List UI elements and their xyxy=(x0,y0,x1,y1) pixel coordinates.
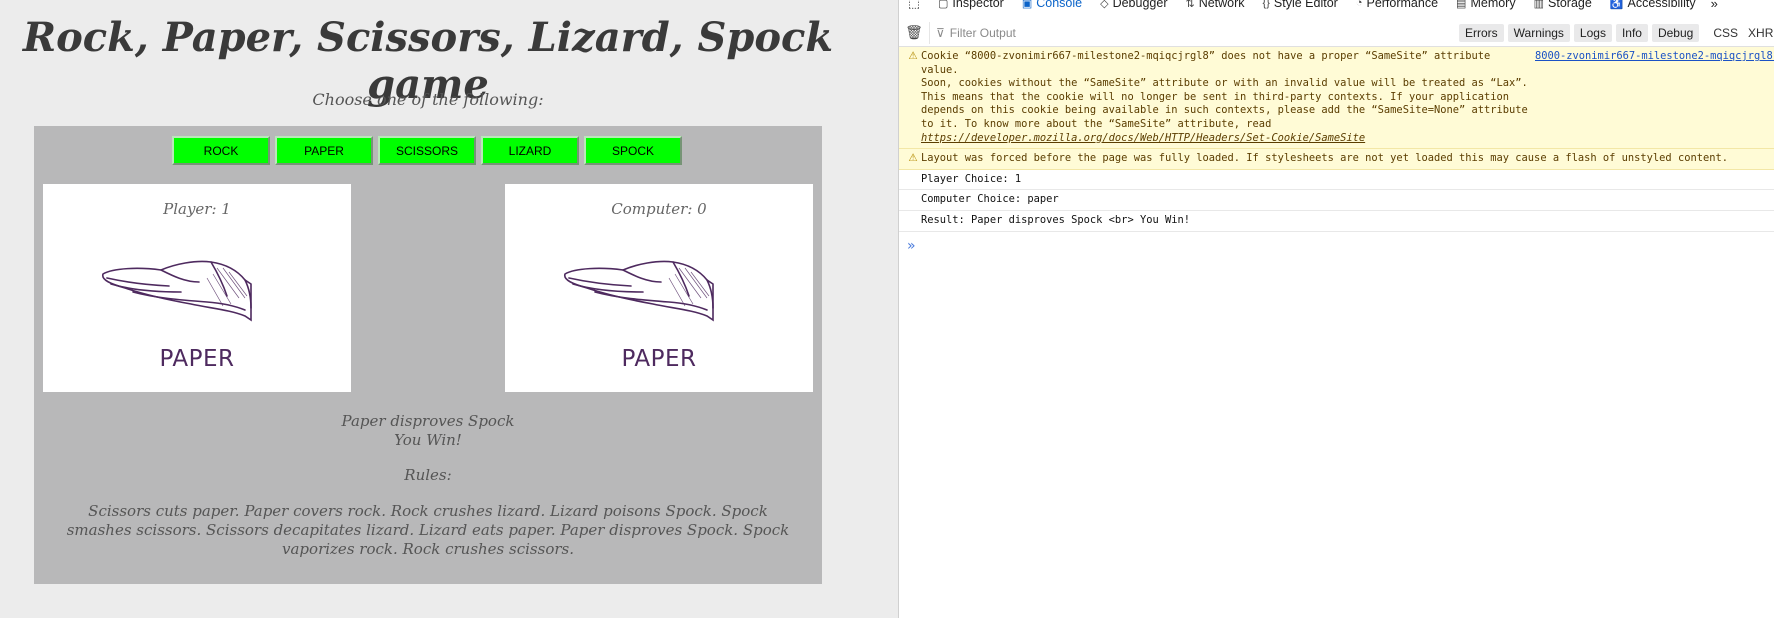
tab-storage[interactable]: ▥ Storage xyxy=(1525,0,1601,10)
tab-label: Network xyxy=(1198,0,1245,10)
tab-memory[interactable]: ▤ Memory xyxy=(1447,0,1525,10)
filter-debug[interactable]: Debug xyxy=(1651,23,1700,42)
warning-source-link[interactable]: 8000-zvonimir667-milestone2-mqiqcjrgl8.u… xyxy=(1529,50,1774,145)
filter-errors[interactable]: Errors xyxy=(1459,23,1504,42)
style-editor-icon: {} xyxy=(1262,0,1270,9)
result-line-1: Paper disproves Spock xyxy=(341,412,515,430)
choice-buttons: ROCK PAPER SCISSORS LIZARD SPOCK xyxy=(172,136,682,165)
tab-label: Debugger xyxy=(1112,0,1168,10)
computer-score: Computer: 0 xyxy=(611,200,707,218)
result-line-2: You Win! xyxy=(394,431,462,449)
game-board: ROCK PAPER SCISSORS LIZARD SPOCK Player:… xyxy=(34,126,822,584)
inspector-icon: ▢ xyxy=(938,0,949,10)
filter-logs[interactable]: Logs xyxy=(1573,23,1612,42)
console-warning: ⚠ Layout was forced before the page was … xyxy=(899,149,1774,170)
rules-text: Scissors cuts paper. Paper covers rock. … xyxy=(66,502,790,558)
console-input-prompt[interactable]: » xyxy=(899,232,1774,254)
filter-warnings[interactable]: Warnings xyxy=(1507,23,1570,42)
console-toolbar: 🗑 ⊽ Filter Output Errors Warnings Logs I… xyxy=(899,19,1774,47)
accessibility-icon: ♿ xyxy=(1609,0,1624,10)
log-level-filters: Errors Warnings Logs Info Debug xyxy=(1459,23,1700,42)
tab-label: Performance xyxy=(1366,0,1439,10)
scissors-button[interactable]: SCISSORS xyxy=(378,136,476,165)
instruction-text: Choose one of the following: xyxy=(312,90,544,109)
filter-xhr[interactable]: XHR xyxy=(1748,26,1773,40)
console-log: Result: Paper disproves Spock <br> You W… xyxy=(899,211,1774,232)
tab-accessibility[interactable]: ♿ Accessibility xyxy=(1601,0,1705,10)
paper-hand-icon xyxy=(564,260,714,322)
devtools-tabbar: ⬚ ▢ Inspector ▣ Console ◇ Debugger ⇅ Network… xyxy=(899,0,1774,12)
warning-text: Cookie “8000-zvonimir667-milestone2-mqiq… xyxy=(921,50,1528,130)
computer-choice-label: PAPER xyxy=(621,346,697,372)
tab-label: Inspector xyxy=(952,0,1004,10)
performance-icon: ◔ xyxy=(1355,0,1363,9)
console-icon: ▣ xyxy=(1021,0,1033,10)
filter-icon: ⊽ xyxy=(936,25,945,40)
console-output: ⚠ Cookie “8000-zvonimir667-milestone2-mq… xyxy=(899,47,1774,254)
tab-network[interactable]: ⇅ Network xyxy=(1176,0,1253,10)
console-log: Player Choice: 1 xyxy=(899,170,1774,191)
game-page: Rock, Paper, Scissors, Lizard, Spock gam… xyxy=(0,0,898,618)
result-message: Paper disproves Spock You Win! xyxy=(34,412,822,450)
tab-inspector[interactable]: ▢ Inspector xyxy=(929,0,1013,10)
player-card: Player: 1 PAPER xyxy=(43,184,351,392)
tab-label: Memory xyxy=(1470,0,1516,10)
console-warning: ⚠ Cookie “8000-zvonimir667-milestone2-mq… xyxy=(899,47,1774,150)
tab-performance[interactable]: ◔ Performance xyxy=(1347,0,1447,10)
lizard-button[interactable]: LIZARD xyxy=(481,136,579,165)
player-score: Player: 1 xyxy=(163,200,231,218)
tab-debugger[interactable]: ◇ Debugger xyxy=(1091,0,1176,10)
trash-icon[interactable]: 🗑 xyxy=(899,24,929,41)
warning-message: Layout was forced before the page was fu… xyxy=(921,152,1728,165)
network-icon: ⇅ xyxy=(1185,0,1195,10)
console-log: Computer Choice: paper xyxy=(899,190,1774,211)
filter-css[interactable]: CSS xyxy=(1713,26,1738,40)
computer-card: Computer: 0 PAPER xyxy=(505,184,813,392)
request-filters: CSS XHR xyxy=(1713,26,1773,40)
tab-console[interactable]: ▣ Console xyxy=(1013,0,1091,10)
player-choice-label: PAPER xyxy=(159,346,235,372)
tab-style-editor[interactable]: {} Style Editor xyxy=(1254,0,1347,10)
warning-icon: ⚠ xyxy=(908,50,918,62)
tab-label: Storage xyxy=(1548,0,1592,10)
rock-button[interactable]: ROCK xyxy=(172,136,270,165)
rules-heading: Rules: xyxy=(404,466,452,484)
element-picker-icon[interactable]: ⬚ xyxy=(899,0,929,11)
debugger-icon: ◇ xyxy=(1100,0,1109,10)
filter-output-input[interactable]: ⊽ Filter Output xyxy=(929,21,1459,44)
tab-label: Style Editor xyxy=(1273,0,1338,10)
paper-button[interactable]: PAPER xyxy=(275,136,373,165)
tab-label: Console xyxy=(1036,0,1083,10)
paper-hand-icon xyxy=(102,260,252,322)
filter-placeholder: Filter Output xyxy=(949,25,1016,40)
warning-icon: ⚠ xyxy=(908,152,918,165)
warning-message: Cookie “8000-zvonimir667-milestone2-mqiq… xyxy=(921,50,1529,145)
memory-icon: ▤ xyxy=(1456,0,1467,10)
spock-button[interactable]: SPOCK xyxy=(584,136,682,165)
samesite-docs-link[interactable]: https://developer.mozilla.org/docs/Web/H… xyxy=(921,132,1365,144)
filter-info[interactable]: Info xyxy=(1615,23,1648,42)
devtools-panel: ⬚ ▢ Inspector ▣ Console ◇ Debugger ⇅ Network… xyxy=(898,0,1774,618)
storage-icon: ▥ xyxy=(1533,0,1545,10)
more-tabs-icon[interactable]: » xyxy=(1705,0,1724,11)
tab-label: Accessibility xyxy=(1627,0,1696,10)
